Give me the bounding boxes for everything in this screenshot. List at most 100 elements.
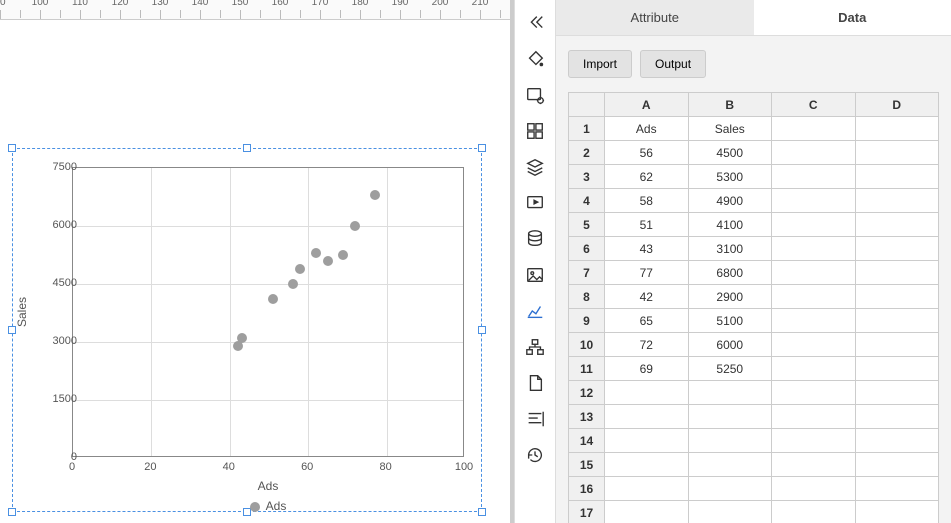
cell[interactable] — [772, 285, 856, 309]
cell[interactable] — [772, 477, 856, 501]
cell[interactable]: 62 — [605, 165, 689, 189]
cell[interactable]: 56 — [605, 141, 689, 165]
layers-icon[interactable] — [518, 150, 552, 184]
row-header[interactable]: 10 — [569, 333, 605, 357]
cell[interactable] — [772, 381, 856, 405]
cell[interactable] — [855, 477, 939, 501]
cell[interactable] — [855, 261, 939, 285]
row-header[interactable]: 7 — [569, 261, 605, 285]
resize-handle[interactable] — [478, 144, 486, 152]
cell[interactable] — [855, 405, 939, 429]
row-header[interactable]: 8 — [569, 285, 605, 309]
chart-icon[interactable] — [518, 294, 552, 328]
col-header[interactable]: D — [855, 93, 939, 117]
canvas-area[interactable]: 90100110120130140150160170180190200210 0… — [0, 0, 510, 523]
cell[interactable] — [772, 237, 856, 261]
row-header[interactable]: 11 — [569, 357, 605, 381]
cell[interactable] — [688, 429, 772, 453]
layout-grid-icon[interactable] — [518, 114, 552, 148]
row-header[interactable]: 15 — [569, 453, 605, 477]
output-button[interactable]: Output — [640, 50, 706, 78]
cell[interactable] — [855, 453, 939, 477]
row-header[interactable]: 17 — [569, 501, 605, 523]
tab-data[interactable]: Data — [754, 0, 951, 35]
resize-handle[interactable] — [8, 508, 16, 516]
import-button[interactable]: Import — [568, 50, 632, 78]
cell[interactable] — [605, 501, 689, 523]
cell[interactable]: Sales — [688, 117, 772, 141]
cell[interactable] — [772, 501, 856, 523]
row-header[interactable]: 3 — [569, 165, 605, 189]
cell[interactable] — [855, 213, 939, 237]
cell[interactable]: 65 — [605, 309, 689, 333]
cell[interactable]: 69 — [605, 357, 689, 381]
cell[interactable]: 42 — [605, 285, 689, 309]
cell[interactable]: 51 — [605, 213, 689, 237]
cell[interactable]: 43 — [605, 237, 689, 261]
row-header[interactable]: 1 — [569, 117, 605, 141]
cell[interactable] — [772, 333, 856, 357]
cell[interactable] — [772, 453, 856, 477]
resize-handle[interactable] — [243, 144, 251, 152]
cell[interactable]: 58 — [605, 189, 689, 213]
chart-object[interactable]: Sales Ads Ads 02040608010001500300045006… — [12, 148, 482, 512]
cell[interactable] — [688, 405, 772, 429]
cell[interactable] — [605, 477, 689, 501]
cell[interactable] — [855, 117, 939, 141]
cell[interactable]: 6800 — [688, 261, 772, 285]
database-icon[interactable] — [518, 222, 552, 256]
cell[interactable] — [855, 285, 939, 309]
cell[interactable] — [772, 357, 856, 381]
cell[interactable] — [855, 357, 939, 381]
cell[interactable]: 4900 — [688, 189, 772, 213]
cell[interactable] — [688, 453, 772, 477]
row-header[interactable]: 12 — [569, 381, 605, 405]
sheet-corner[interactable] — [569, 93, 605, 117]
history-icon[interactable] — [518, 438, 552, 472]
row-header[interactable]: 6 — [569, 237, 605, 261]
cell[interactable]: 5250 — [688, 357, 772, 381]
cell[interactable] — [772, 213, 856, 237]
data-sheet[interactable]: ABCD 1AdsSales25645003625300458490055141… — [568, 92, 939, 523]
cell[interactable] — [855, 429, 939, 453]
row-header[interactable]: 9 — [569, 309, 605, 333]
cell[interactable] — [855, 189, 939, 213]
row-header[interactable]: 5 — [569, 213, 605, 237]
cell[interactable] — [772, 429, 856, 453]
cell[interactable] — [688, 501, 772, 523]
resize-handle[interactable] — [478, 326, 486, 334]
col-header[interactable]: B — [688, 93, 772, 117]
cell[interactable] — [855, 333, 939, 357]
col-header[interactable]: A — [605, 93, 689, 117]
cell[interactable] — [772, 141, 856, 165]
row-header[interactable]: 2 — [569, 141, 605, 165]
row-header[interactable]: 4 — [569, 189, 605, 213]
cell[interactable] — [855, 381, 939, 405]
cell[interactable] — [855, 141, 939, 165]
cell[interactable] — [772, 189, 856, 213]
align-icon[interactable] — [518, 402, 552, 436]
cell[interactable]: 2900 — [688, 285, 772, 309]
tab-attribute[interactable]: Attribute — [556, 0, 754, 35]
cell[interactable]: 6000 — [688, 333, 772, 357]
cell[interactable]: 4500 — [688, 141, 772, 165]
cell[interactable] — [688, 477, 772, 501]
cell[interactable] — [855, 237, 939, 261]
cell[interactable] — [605, 429, 689, 453]
cell[interactable] — [605, 405, 689, 429]
cell[interactable]: Ads — [605, 117, 689, 141]
cell[interactable]: 77 — [605, 261, 689, 285]
cell[interactable] — [772, 165, 856, 189]
row-header[interactable]: 13 — [569, 405, 605, 429]
cell[interactable]: 72 — [605, 333, 689, 357]
row-header[interactable]: 14 — [569, 429, 605, 453]
page-icon[interactable] — [518, 366, 552, 400]
cell[interactable]: 3100 — [688, 237, 772, 261]
cell[interactable] — [855, 309, 939, 333]
col-header[interactable]: C — [772, 93, 856, 117]
cell[interactable]: 5300 — [688, 165, 772, 189]
style-fill-icon[interactable] — [518, 42, 552, 76]
cell[interactable] — [855, 501, 939, 523]
slideshow-icon[interactable] — [518, 186, 552, 220]
picture-icon[interactable] — [518, 258, 552, 292]
